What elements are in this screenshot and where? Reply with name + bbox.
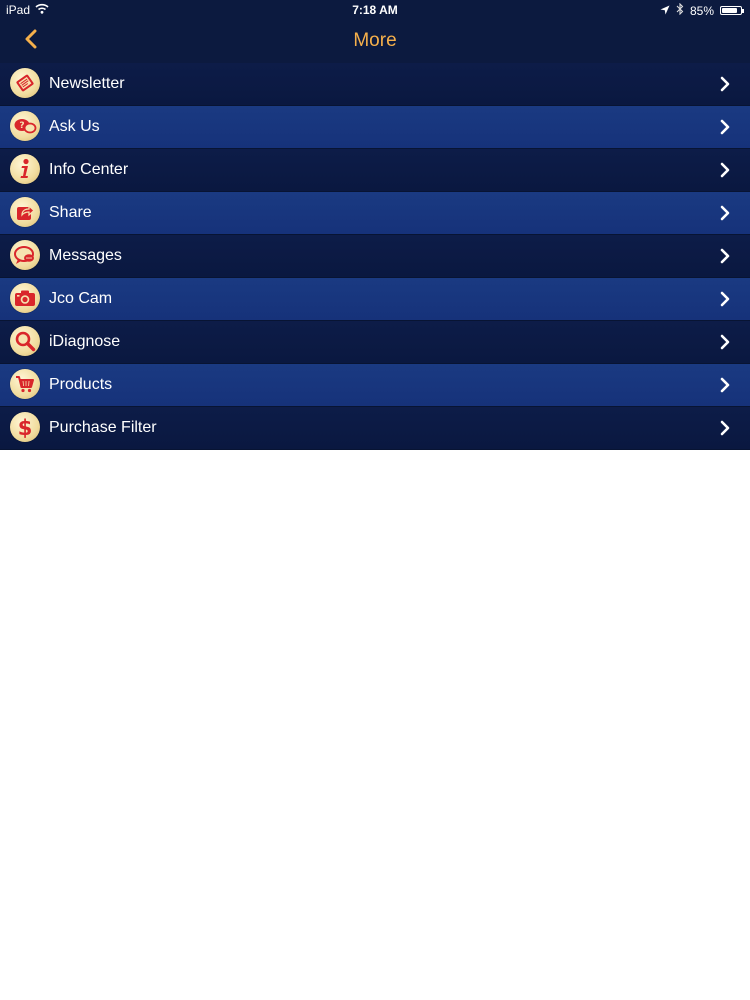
location-arrow-icon xyxy=(660,4,670,18)
status-bar: iPad 7:18 AM 85% xyxy=(0,0,750,20)
menu-item-products[interactable]: Products xyxy=(0,364,750,407)
newsletter-icon xyxy=(10,68,40,98)
menu-item-label: Jco Cam xyxy=(49,290,113,307)
chevron-right-icon xyxy=(718,162,732,178)
status-time: 7:18 AM xyxy=(352,3,398,17)
chevron-right-icon xyxy=(718,291,732,307)
more-menu-list: Newsletter ? Ask Us Info Center Share Me… xyxy=(0,63,750,450)
chevron-right-icon xyxy=(718,119,732,135)
battery-percent: 85% xyxy=(689,3,714,18)
svg-text:$: $ xyxy=(18,416,33,439)
menu-item-label: Info Center xyxy=(49,161,129,178)
menu-item-messages[interactable]: Messages xyxy=(0,235,750,278)
chevron-right-icon xyxy=(718,248,732,264)
chevron-right-icon xyxy=(718,377,732,393)
menu-item-label: Ask Us xyxy=(49,118,100,135)
dollar-icon: $ xyxy=(10,412,40,442)
menu-item-share[interactable]: Share xyxy=(0,192,750,235)
magnifier-icon xyxy=(10,326,40,356)
chevron-right-icon xyxy=(718,76,732,92)
chevron-right-icon xyxy=(718,205,732,221)
camera-icon xyxy=(10,283,40,313)
chevron-right-icon xyxy=(718,334,732,350)
menu-item-info-center[interactable]: Info Center xyxy=(0,149,750,192)
chevron-right-icon xyxy=(718,420,732,436)
menu-item-jco-cam[interactable]: Jco Cam xyxy=(0,278,750,321)
battery-icon xyxy=(720,6,744,15)
navigation-bar: More xyxy=(0,20,750,63)
battery-fill xyxy=(722,8,738,13)
menu-item-label: Messages xyxy=(49,247,122,264)
menu-item-label: Share xyxy=(49,204,92,221)
menu-item-label: iDiagnose xyxy=(49,333,121,350)
menu-item-newsletter[interactable]: Newsletter xyxy=(0,63,750,106)
share-icon xyxy=(10,197,40,227)
message-icon xyxy=(10,240,40,270)
info-icon xyxy=(10,154,40,184)
menu-item-ask-us[interactable]: ? Ask Us xyxy=(0,106,750,149)
menu-item-label: Products xyxy=(49,376,113,393)
app-screen: iPad 7:18 AM 85% More Newsletter ? Ask U… xyxy=(0,0,750,1000)
chat-bubbles-icon: ? xyxy=(10,111,40,141)
menu-item-label: Purchase Filter xyxy=(49,419,157,436)
status-right: 85% xyxy=(660,2,744,18)
menu-item-idiagnose[interactable]: iDiagnose xyxy=(0,321,750,364)
bluetooth-icon xyxy=(676,2,684,18)
page-title: More xyxy=(353,30,397,51)
menu-item-label: Newsletter xyxy=(49,75,125,92)
cart-icon xyxy=(10,369,40,399)
menu-item-purchase-filter[interactable]: $ Purchase Filter xyxy=(0,407,750,450)
